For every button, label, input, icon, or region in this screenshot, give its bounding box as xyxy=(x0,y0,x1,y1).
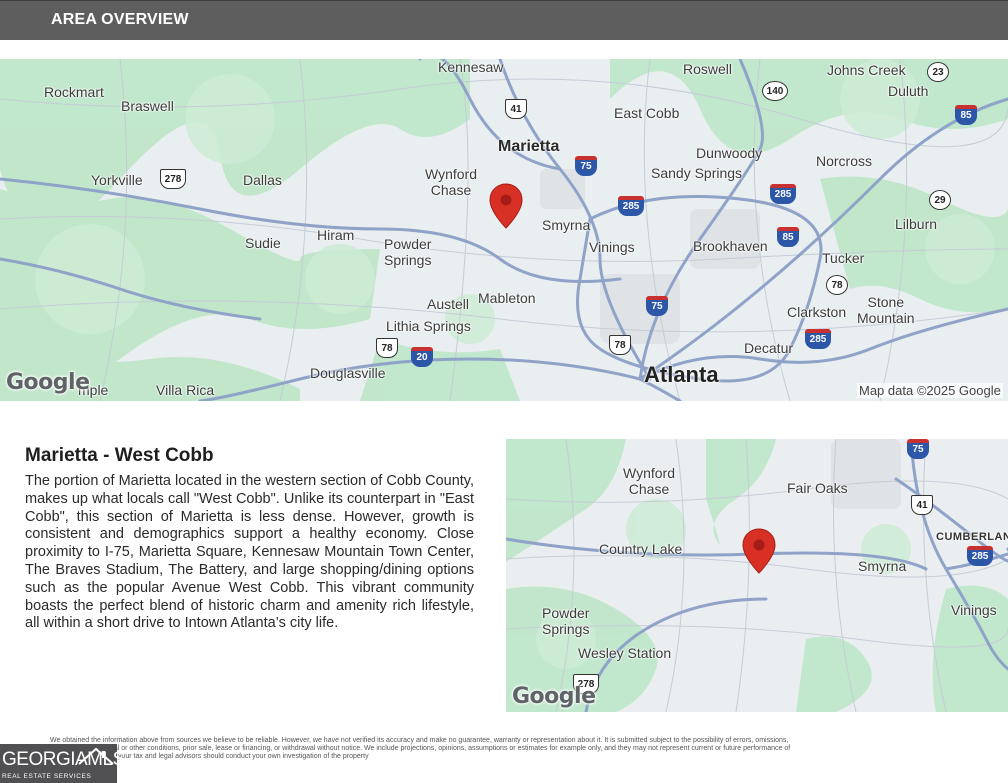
map-label-sandy-springs: Sandy Springs xyxy=(651,165,743,181)
map-label-duluth: Duluth xyxy=(888,83,929,99)
page-title: AREA OVERVIEW xyxy=(51,11,189,28)
map-label-brookhaven: Brookhaven xyxy=(693,238,768,254)
map-label-douglasville: Douglasville xyxy=(310,365,386,381)
route-shield-140: 140 xyxy=(762,81,788,101)
map-label-clarkston: Clarkston xyxy=(787,304,847,320)
map-label-austell: Austell xyxy=(427,296,470,312)
detail-label-wesley-station: Wesley Station xyxy=(578,645,672,661)
detail-label-cumberland: CUMBERLAND xyxy=(936,531,1008,543)
interstate-shield-75-north: 75 xyxy=(575,156,597,176)
detail-map-base-graphics xyxy=(506,439,1008,712)
us-route-shield-41: 41 xyxy=(505,99,527,119)
map-label-hiram: Hiram xyxy=(317,227,355,243)
detail-label-powder-springs: Powder Springs xyxy=(542,605,590,637)
map-label-marietta: Marietta xyxy=(498,138,560,155)
detail-label-vinings: Vinings xyxy=(951,602,997,618)
us-route-shield-78-center: 78 xyxy=(609,335,631,355)
detail-label-smyrna: Smyrna xyxy=(858,558,907,574)
detail-google-logo: Google xyxy=(512,684,596,709)
interstate-shield-85-north: 85 xyxy=(955,105,977,125)
interstate-shield-285-west: 285 xyxy=(618,196,644,216)
map-label-johns-creek: Johns Creek xyxy=(827,62,906,78)
map-label-braswell: Braswell xyxy=(121,98,174,114)
map-label-yorkville: Yorkville xyxy=(91,172,143,188)
interstate-shield-85-south: 85 xyxy=(777,227,799,247)
detail-interstate-shield-285: 285 xyxy=(967,546,993,566)
location-pin-icon[interactable] xyxy=(489,183,523,229)
map-label-wynford-chase: Wynford Chase xyxy=(425,166,478,198)
us-route-shield-78-west: 78 xyxy=(376,338,398,358)
area-map-detail[interactable]: Wynford Chase Fair Oaks CUMBERLAND Count… xyxy=(506,439,1008,712)
map-label-smyrna: Smyrna xyxy=(542,217,591,233)
map-label-vinings: Vinings xyxy=(589,239,635,255)
map-label-atlanta: Atlanta xyxy=(644,362,719,387)
route-shield-29: 29 xyxy=(929,190,951,210)
map-attribution[interactable]: Map data ©2025 Google xyxy=(857,383,1003,398)
map-label-dunwoody: Dunwoody xyxy=(696,145,763,161)
header-bar: AREA OVERVIEW xyxy=(0,0,1008,40)
detail-us-route-shield-41: 41 xyxy=(911,495,933,515)
interstate-shield-75-south: 75 xyxy=(646,296,668,316)
interstate-shield-285-north: 285 xyxy=(770,184,796,204)
map-label-tucker: Tucker xyxy=(822,250,865,266)
map-label-lithia-springs: Lithia Springs xyxy=(386,318,471,334)
google-logo: Google xyxy=(6,370,90,395)
map-label-villa-rica: Villa Rica xyxy=(156,382,215,398)
detail-label-fair-oaks: Fair Oaks xyxy=(787,480,848,496)
map-label-mableton: Mableton xyxy=(478,290,536,306)
map-label-norcross: Norcross xyxy=(816,153,873,169)
area-map-overview[interactable]: Kennesaw Roswell Johns Creek Rockmart Br… xyxy=(0,59,1008,401)
detail-location-pin-icon[interactable] xyxy=(742,528,776,574)
map-label-powder-springs: Powder Springs xyxy=(384,236,432,268)
map-label-east-cobb: East Cobb xyxy=(614,105,680,121)
route-shield-78-east: 78 xyxy=(826,275,848,295)
georgia-mls-logo: GEORGIAMLS REAL ESTATE SERVICES xyxy=(0,744,125,783)
brand-name: GEORGIAMLS xyxy=(2,749,125,770)
detail-label-country-lake: Country Lake xyxy=(599,541,683,557)
interstate-shield-20: 20 xyxy=(411,347,433,367)
interstate-shield-285-east: 285 xyxy=(805,329,831,349)
map-label-kennesaw: Kennesaw xyxy=(438,59,504,75)
map-label-roswell: Roswell xyxy=(683,61,733,77)
us-route-shield-278: 278 xyxy=(160,169,186,189)
map-label-dallas: Dallas xyxy=(243,172,282,188)
map-label-sudie: Sudie xyxy=(245,235,281,251)
map-label-rockmart: Rockmart xyxy=(44,84,104,100)
legal-disclaimer: We obtained the information above from s… xyxy=(50,737,791,760)
detail-label-wynford-chase: Wynford Chase xyxy=(623,465,676,497)
map-label-decatur: Decatur xyxy=(744,340,794,356)
map-label-stone-mountain: Stone Mountain xyxy=(857,294,915,326)
area-description: The portion of Marietta located in the w… xyxy=(25,473,474,632)
brand-tagline: REAL ESTATE SERVICES xyxy=(2,773,92,780)
map-label-lilburn: Lilburn xyxy=(895,216,938,232)
route-shield-23: 23 xyxy=(927,62,949,82)
area-title: Marietta - West Cobb xyxy=(25,445,214,466)
detail-interstate-shield-75: 75 xyxy=(907,439,929,459)
